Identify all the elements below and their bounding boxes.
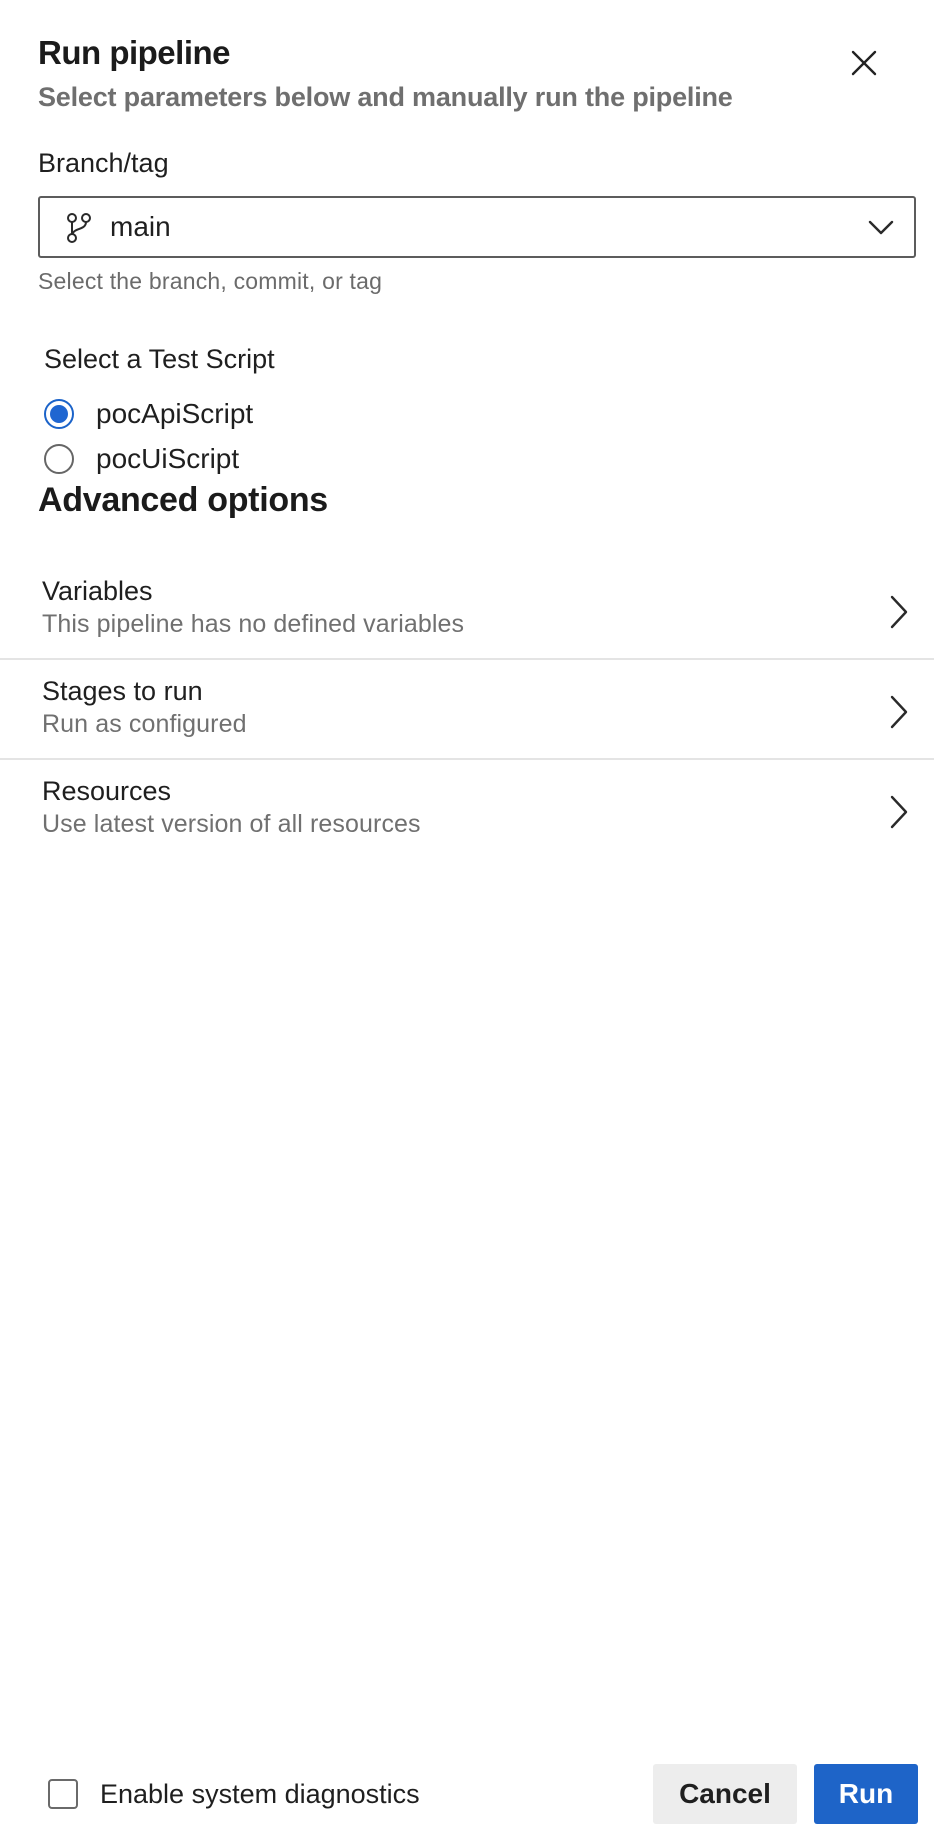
- radio-option-label: pocUiScript: [96, 443, 240, 474]
- radio-option-pocuiscript[interactable]: pocUiScript: [44, 439, 239, 479]
- close-button[interactable]: [845, 44, 883, 82]
- page-title: Run pipeline: [38, 34, 231, 71]
- chevron-down-icon: [868, 220, 894, 235]
- enable-diagnostics-checkbox[interactable]: [48, 1779, 78, 1809]
- test-script-label: Select a Test Script: [44, 344, 275, 374]
- chevron-right-icon: [890, 595, 908, 629]
- advanced-item-stages-to-run[interactable]: Stages to run Run as configured: [0, 660, 934, 760]
- advanced-item-resources[interactable]: Resources Use latest version of all reso…: [0, 760, 934, 858]
- page-subtitle: Select parameters below and manually run…: [38, 82, 733, 112]
- advanced-item-title: Resources: [42, 776, 172, 806]
- enable-diagnostics-row[interactable]: Enable system diagnostics: [48, 1776, 420, 1812]
- advanced-item-variables[interactable]: Variables This pipeline has no defined v…: [0, 560, 934, 660]
- close-icon: [851, 50, 877, 76]
- radio-button-checked[interactable]: [44, 399, 74, 429]
- branch-select[interactable]: main: [38, 196, 916, 258]
- advanced-item-title: Stages to run: [42, 676, 203, 706]
- radio-option-pocapiscript[interactable]: pocApiScript: [44, 394, 253, 434]
- advanced-item-description: Use latest version of all resources: [42, 810, 421, 838]
- advanced-item-title: Variables: [42, 576, 153, 606]
- enable-diagnostics-label: Enable system diagnostics: [100, 1778, 420, 1809]
- run-button[interactable]: Run: [814, 1764, 918, 1824]
- branch-field-label: Branch/tag: [38, 148, 169, 178]
- radio-option-label: pocApiScript: [96, 398, 254, 429]
- advanced-options-heading: Advanced options: [38, 481, 328, 519]
- git-branch-icon: [67, 213, 91, 243]
- chevron-right-icon: [890, 795, 908, 829]
- branch-value: main: [110, 211, 171, 242]
- cancel-button[interactable]: Cancel: [653, 1764, 797, 1824]
- branch-help-text: Select the branch, commit, or tag: [38, 268, 383, 294]
- chevron-right-icon: [890, 695, 908, 729]
- radio-button[interactable]: [44, 444, 74, 474]
- advanced-item-description: This pipeline has no defined variables: [42, 610, 465, 638]
- advanced-item-description: Run as configured: [42, 710, 247, 738]
